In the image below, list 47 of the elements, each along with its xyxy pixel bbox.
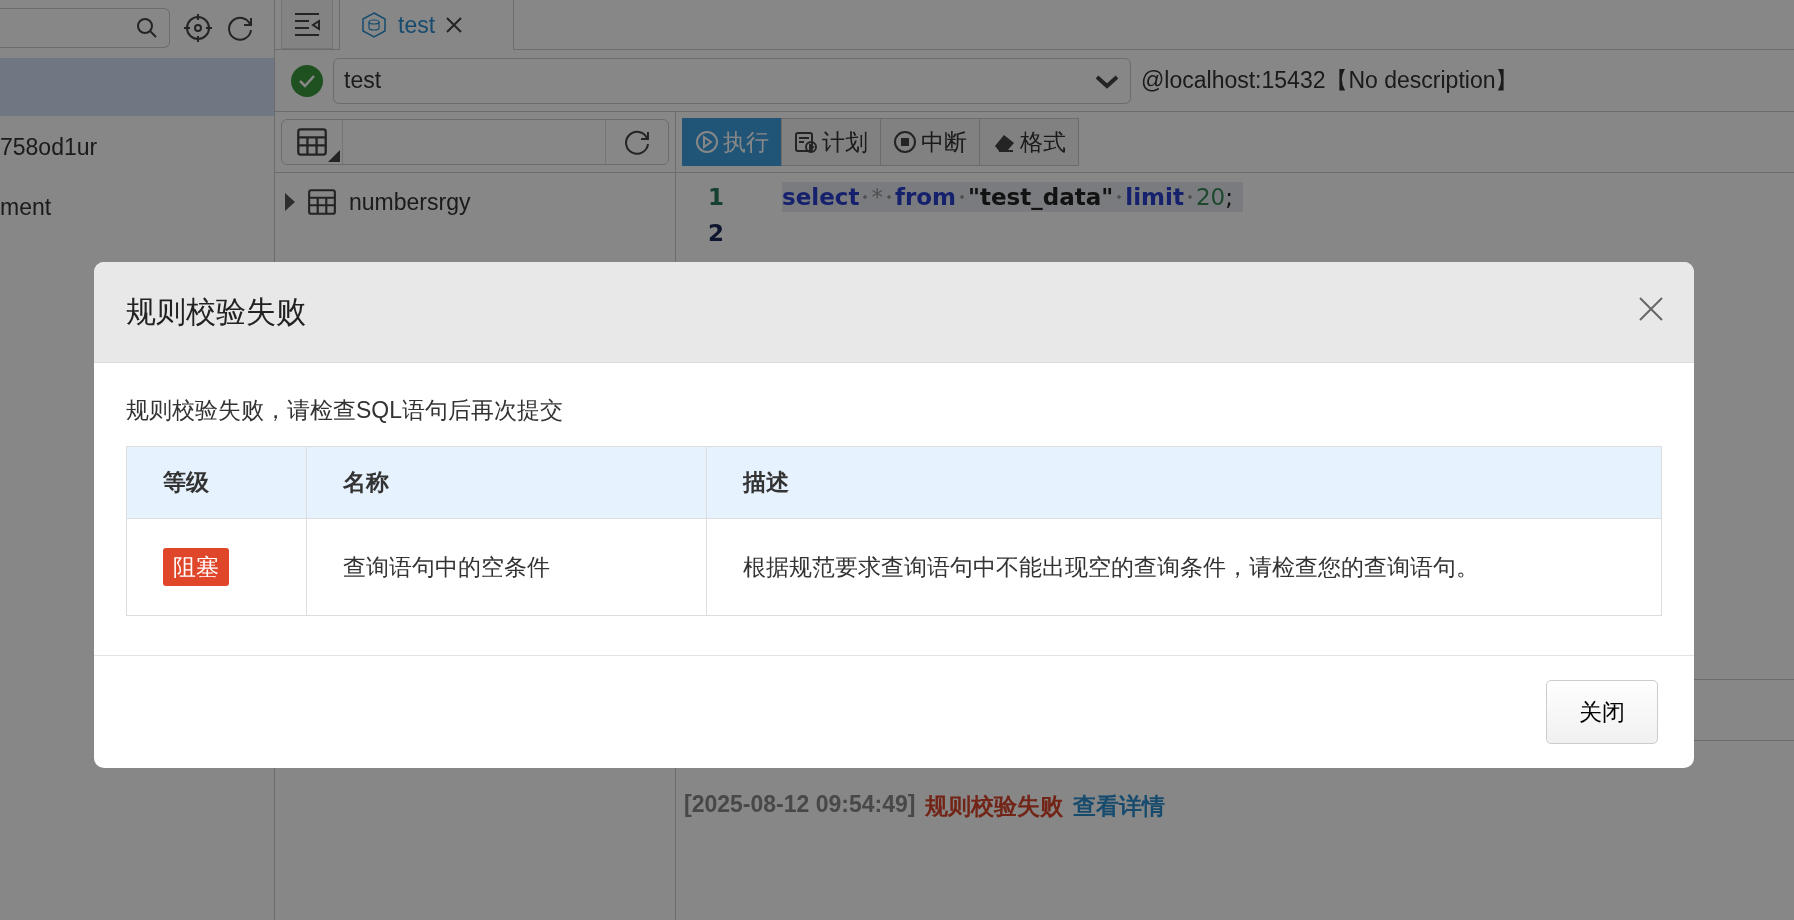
search-field[interactable]: [0, 8, 170, 48]
table-search-field[interactable]: [281, 119, 669, 165]
sidebar-item[interactable]: 758od1ur: [0, 118, 274, 176]
dialog-message: 规则校验失败，请检查SQL语句后再次提交: [126, 396, 565, 425]
refresh-icon: [623, 128, 651, 156]
dialog-title: 规则校验失败: [126, 293, 306, 330]
stop-icon: [893, 130, 917, 154]
line-number: 1: [707, 184, 725, 210]
database-hexagon-icon: [360, 11, 388, 39]
plan-icon: [794, 130, 818, 154]
log-timestamp: [2025-08-12 09:54:49]: [684, 791, 916, 819]
connection-info: @localhost:15432【No description】: [1141, 66, 1519, 95]
table-cell: 查询语句中的空条件: [306, 518, 707, 616]
locate-icon: [184, 14, 212, 42]
line-number: 2: [707, 220, 725, 246]
format-button[interactable]: 格式: [979, 118, 1079, 166]
level-tag: 阻塞: [163, 547, 229, 586]
code-token: ;: [1225, 184, 1233, 210]
close-button[interactable]: 关闭: [1546, 680, 1658, 744]
code-token: *: [871, 184, 883, 210]
tab[interactable]: test: [339, 0, 515, 50]
table-icon: [307, 187, 337, 217]
code-token: limit: [1125, 184, 1184, 210]
expand-arrow-icon[interactable]: [285, 193, 295, 211]
column-header: 名称: [306, 446, 707, 519]
table-icon: [296, 126, 328, 158]
play-icon: [695, 130, 719, 154]
connected-status-icon: [291, 64, 323, 97]
log-message: 规则校验失败: [925, 792, 1064, 821]
code-token: select: [782, 184, 860, 210]
close-icon: [445, 16, 464, 34]
close-icon: [1638, 296, 1664, 322]
collapse-button[interactable]: [281, 0, 333, 49]
stop-button[interactable]: 中断: [880, 118, 980, 166]
table-name[interactable]: numbersrgy: [349, 188, 471, 216]
refresh-icon: [226, 14, 254, 42]
sidebar-item[interactable]: ment: [0, 178, 274, 236]
database-select[interactable]: test: [333, 57, 1131, 104]
details-link[interactable]: 查看详情: [1073, 791, 1166, 822]
table-cell: 根据规范要求查询语句中不能出现空的查询条件，请检查您的查询语句。: [706, 518, 1662, 616]
column-header: 等级: [126, 446, 307, 519]
code-token: from: [894, 184, 957, 210]
code-token: "test_data": [968, 184, 1114, 210]
search-icon: [135, 16, 159, 40]
column-header: 描述: [706, 446, 1662, 519]
plan-button[interactable]: 计划: [781, 118, 881, 166]
code-token: 20: [1195, 184, 1226, 210]
